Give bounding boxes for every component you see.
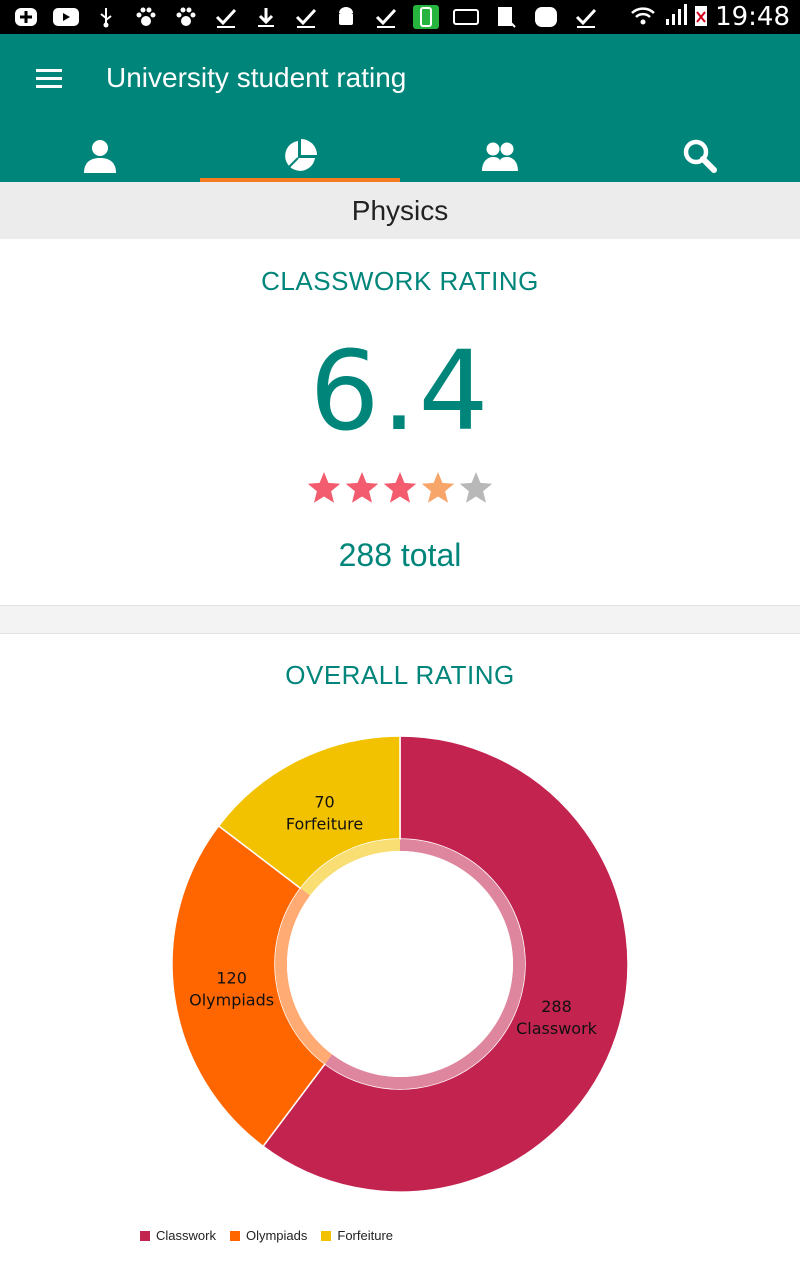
tab-profile[interactable] (0, 130, 200, 182)
status-bar: 19:48 (0, 0, 800, 34)
android-icon (332, 6, 360, 28)
clock: 19:48 (715, 2, 790, 32)
data-label-name-classwork: Classwork (516, 1019, 598, 1038)
tab-bar (0, 130, 800, 182)
star-icon (421, 472, 455, 503)
galaxy-icon (532, 6, 560, 28)
usb-icon (92, 6, 120, 28)
star-icon (459, 472, 493, 503)
legend-item-classwork[interactable]: Classwork (140, 1228, 216, 1243)
legend-swatch (229, 1230, 240, 1241)
legend-swatch (140, 1230, 150, 1241)
star-icon (307, 472, 341, 503)
paw-icon-2 (172, 6, 200, 28)
legend-swatch (321, 1230, 332, 1241)
subject-title: Physics (0, 182, 800, 239)
check-icon-4 (572, 6, 600, 28)
tab-search[interactable] (600, 130, 800, 182)
app-title: University student rating (106, 62, 407, 93)
add-notification-icon (12, 6, 40, 28)
star-icon (345, 472, 379, 503)
download-icon (252, 6, 280, 28)
document-icon (492, 6, 520, 28)
menu-icon (36, 68, 62, 72)
system-icons (630, 3, 708, 32)
data-label-value-olympiads: 120 (216, 968, 247, 987)
paw-icon (132, 6, 160, 28)
app-bar: University student rating (0, 34, 800, 182)
notification-icons (0, 0, 600, 34)
data-label-value-forfeiture: 70 (314, 793, 334, 812)
check-icon (212, 6, 240, 28)
menu-button[interactable] (24, 60, 74, 96)
pie-chart-icon (285, 139, 317, 171)
overall-rating-card: OVERALL RATING 288 Classwork 120 Olympiads 7… (0, 634, 800, 1280)
data-label-name-olympiads: Olympiads (189, 990, 274, 1009)
section-divider (0, 606, 800, 634)
legend-label: Olympiads (245, 1228, 308, 1243)
battery-icon (694, 3, 708, 32)
classwork-rating-value: 6.4 (309, 327, 491, 455)
group-icon (482, 142, 518, 171)
phone-app-icon (412, 5, 440, 29)
legend-item-olympiads[interactable]: Olympiads (229, 1228, 308, 1243)
star-icon (383, 472, 417, 503)
search-icon (683, 139, 717, 173)
classwork-total: 288 total (338, 537, 462, 573)
check-icon-3 (372, 6, 400, 28)
classwork-rating-heading: CLASSWORK RATING (261, 266, 539, 296)
legend-item-forfeiture[interactable]: Forfeiture (321, 1228, 393, 1243)
signal-icon (664, 3, 688, 32)
check-icon-2 (292, 6, 320, 28)
tab-rating[interactable] (200, 130, 400, 182)
youtube-icon (52, 6, 80, 28)
classwork-rating-card: CLASSWORK RATING 6.4 288 total (0, 239, 800, 606)
legend-label: Forfeiture (337, 1228, 394, 1243)
person-icon (84, 140, 116, 173)
tab-groups[interactable] (400, 130, 600, 182)
nfc-icon (452, 6, 480, 28)
data-label-value-classwork: 288 (541, 997, 572, 1016)
data-label-name-forfeiture: Forfeiture (286, 815, 363, 834)
wifi-icon (630, 3, 656, 32)
chart-legend: Classwork Olympiads Forfeiture (140, 1228, 407, 1243)
rating-stars (307, 471, 493, 505)
overall-rating-donut-chart: 288 Classwork 120 Olympiads 70 Forfeiture (171, 735, 629, 1193)
legend-label: Classwork (156, 1228, 216, 1243)
donut-hole (287, 851, 513, 1077)
